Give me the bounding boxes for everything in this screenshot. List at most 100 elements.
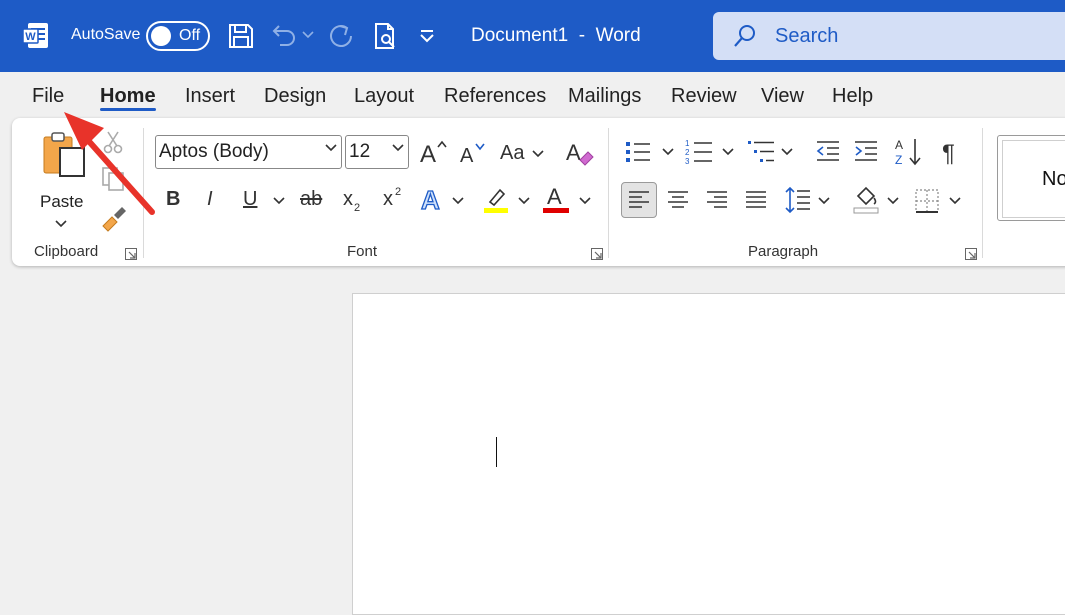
- font-color-dropdown-icon[interactable]: [579, 197, 591, 205]
- tab-layout[interactable]: Layout: [354, 85, 414, 108]
- highlight-color-icon[interactable]: [482, 186, 510, 214]
- align-right-icon[interactable]: [706, 190, 728, 210]
- sort-icon[interactable]: A Z: [895, 137, 923, 167]
- chevron-down-icon: [392, 144, 404, 152]
- clipboard-group-label: Clipboard: [34, 243, 99, 260]
- paragraph-launcher-icon[interactable]: [965, 248, 977, 260]
- tab-references[interactable]: References: [444, 85, 546, 108]
- undo-icon[interactable]: [270, 22, 298, 50]
- borders-icon[interactable]: [914, 188, 940, 214]
- tab-design[interactable]: Design: [264, 85, 326, 108]
- tab-mailings[interactable]: Mailings: [568, 85, 641, 108]
- active-tab-indicator: [100, 108, 156, 111]
- autosave-label: AutoSave: [71, 26, 141, 43]
- redo-icon[interactable]: [327, 22, 355, 50]
- font-color-button[interactable]: A: [543, 184, 571, 214]
- multilevel-dropdown-icon[interactable]: [781, 148, 793, 156]
- strikethrough-button[interactable]: ab: [300, 188, 322, 211]
- font-color-swatch: [543, 208, 569, 213]
- svg-text:1: 1: [685, 139, 690, 148]
- toggle-knob: [151, 26, 171, 46]
- autosave-toggle[interactable]: Off: [146, 21, 210, 51]
- font-size-value: 12: [349, 141, 371, 162]
- svg-text:Z: Z: [895, 153, 902, 167]
- bullets-dropdown-icon[interactable]: [662, 148, 674, 156]
- shrink-font-icon[interactable]: A: [458, 140, 486, 166]
- tab-help[interactable]: Help: [832, 85, 873, 108]
- cut-icon[interactable]: [102, 130, 124, 154]
- shading-dropdown-icon[interactable]: [887, 197, 899, 205]
- grow-font-icon[interactable]: A: [418, 138, 448, 166]
- tab-insert[interactable]: Insert: [185, 85, 235, 108]
- paragraph-group-label: Paragraph: [748, 243, 819, 260]
- search-icon: [734, 25, 755, 47]
- line-spacing-dropdown-icon[interactable]: [818, 197, 830, 205]
- font-size-select[interactable]: 12: [345, 135, 409, 169]
- numbering-icon[interactable]: 1 2 3: [685, 138, 713, 166]
- title-bar: W AutoSave Off Document1 - Word Search: [0, 0, 1065, 72]
- tab-home[interactable]: Home: [100, 85, 156, 108]
- increase-indent-icon[interactable]: [853, 140, 879, 164]
- underline-dropdown-icon[interactable]: [273, 197, 285, 205]
- line-spacing-icon[interactable]: [785, 186, 811, 214]
- tab-view[interactable]: View: [761, 85, 804, 108]
- subscript-marker: 2: [354, 202, 361, 214]
- subscript-button[interactable]: x 2: [343, 188, 367, 218]
- decrease-indent-icon[interactable]: [815, 140, 841, 164]
- format-painter-icon[interactable]: [100, 204, 128, 232]
- italic-button[interactable]: I: [207, 188, 213, 211]
- svg-text:W: W: [25, 31, 36, 43]
- autosave-state: Off: [179, 27, 201, 44]
- bold-button[interactable]: B: [166, 188, 180, 211]
- font-color-label: A: [547, 184, 562, 209]
- justify-icon[interactable]: [745, 190, 767, 210]
- clear-formatting-icon[interactable]: A: [566, 138, 594, 168]
- clipboard-launcher-icon[interactable]: [125, 248, 137, 260]
- multilevel-list-icon[interactable]: [747, 138, 775, 166]
- copy-icon[interactable]: [101, 166, 127, 192]
- svg-text:A: A: [460, 145, 474, 166]
- underline-button[interactable]: U: [243, 188, 257, 211]
- shading-icon[interactable]: [852, 186, 880, 214]
- svg-text:A: A: [895, 138, 903, 152]
- chevron-down-icon: [532, 150, 544, 158]
- style-name: No: [1042, 168, 1065, 190]
- font-name-select[interactable]: Aptos (Body): [155, 135, 342, 169]
- align-left-button[interactable]: [621, 182, 657, 218]
- print-preview-icon[interactable]: [373, 22, 399, 50]
- text-effects-dropdown-icon[interactable]: [452, 197, 464, 205]
- numbering-dropdown-icon[interactable]: [722, 148, 734, 156]
- undo-dropdown-icon[interactable]: [302, 31, 314, 39]
- font-launcher-icon[interactable]: [591, 248, 603, 260]
- document-title: Document1 - Word: [471, 25, 641, 46]
- align-center-icon[interactable]: [667, 190, 689, 210]
- paste-icon: [43, 132, 85, 177]
- save-icon[interactable]: [228, 23, 254, 49]
- svg-text:2: 2: [685, 148, 690, 157]
- highlight-dropdown-icon[interactable]: [518, 197, 530, 205]
- svg-text:A: A: [566, 140, 581, 165]
- customize-toolbar-icon[interactable]: [420, 29, 434, 43]
- bullets-icon[interactable]: [625, 140, 651, 164]
- superscript-button[interactable]: x 2: [383, 186, 407, 218]
- group-separator: [143, 128, 144, 258]
- search-placeholder: Search: [775, 25, 839, 47]
- word-logo-icon[interactable]: W: [22, 22, 49, 49]
- style-gallery-item[interactable]: No: [997, 135, 1065, 221]
- search-box[interactable]: Search: [713, 12, 1065, 60]
- group-separator: [608, 128, 609, 258]
- text-effects-icon[interactable]: A: [420, 186, 446, 214]
- borders-dropdown-icon[interactable]: [949, 197, 961, 205]
- superscript-marker: 2: [395, 186, 402, 198]
- svg-text:A: A: [421, 186, 440, 214]
- document-page[interactable]: [352, 293, 1065, 615]
- tab-file[interactable]: File: [32, 85, 64, 108]
- chevron-down-icon: [325, 144, 337, 152]
- show-formatting-marks-icon[interactable]: ¶: [942, 140, 955, 168]
- paste-label: Paste: [40, 192, 84, 211]
- paste-dropdown-icon: [55, 220, 67, 228]
- tab-review[interactable]: Review: [671, 85, 737, 108]
- font-group-label: Font: [347, 243, 378, 260]
- change-case-button[interactable]: Aa: [500, 140, 548, 168]
- change-case-label: Aa: [500, 142, 525, 164]
